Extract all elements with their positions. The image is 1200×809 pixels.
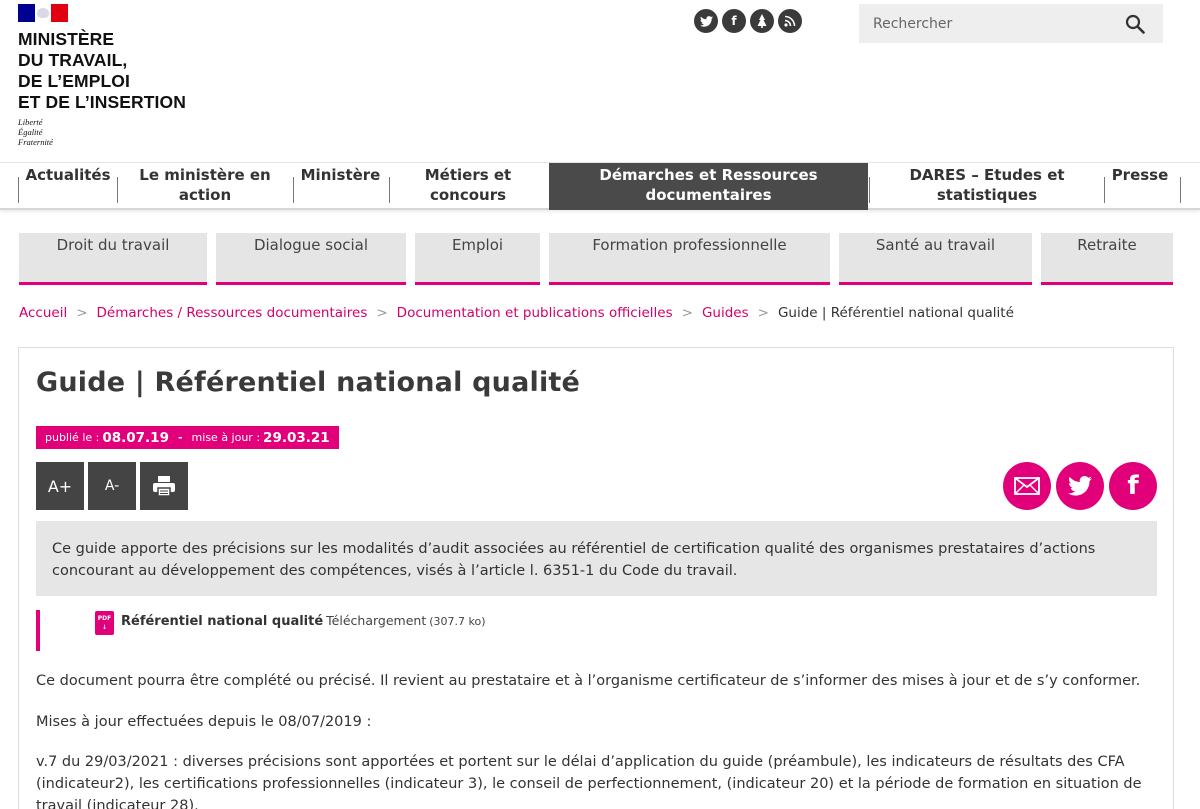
print-icon xyxy=(153,476,175,497)
pdf-file-icon: PDF ↓ xyxy=(95,611,114,635)
intro-summary: Ce guide apporte des précisions sur les … xyxy=(36,521,1157,596)
dates-separator: - xyxy=(177,431,183,444)
subnav-tab-sante-au-travail[interactable]: Santé au travail xyxy=(839,233,1032,285)
envelope-icon xyxy=(1014,477,1040,495)
subnav-tab-retraite[interactable]: Retraite xyxy=(1041,233,1173,285)
breadcrumb-current: Guide | Référentiel national qualité xyxy=(777,305,1014,321)
nav-item-label: Ministère xyxy=(300,166,381,184)
subnav-tab-label: Formation professionnelle xyxy=(592,236,787,254)
article-card: Guide | Référentiel national qualité pub… xyxy=(18,347,1174,809)
motto-line: Égalité xyxy=(18,127,43,137)
ministry-logo[interactable]: MINISTÈRE DU TRAVAIL, DE L’EMPLOI ET DE … xyxy=(18,4,186,147)
nav-item-ministere-en-action[interactable]: Le ministère en action xyxy=(130,163,280,210)
site-header: MINISTÈRE DU TRAVAIL, DE L’EMPLOI ET DE … xyxy=(0,0,1200,162)
ministry-line: DU TRAVAIL, xyxy=(18,50,128,70)
page-title: Guide | Référentiel national qualité xyxy=(36,367,581,398)
nav-item-demarches-ressources[interactable]: Démarches et Ressources documentaires xyxy=(549,163,868,210)
main-navigation: Actualités Le ministère en action Minist… xyxy=(0,162,1200,210)
breadcrumb-separator: > xyxy=(757,305,769,321)
search-bar xyxy=(859,4,1163,43)
nav-item-label: Le ministère en action xyxy=(139,166,271,204)
twitter-icon xyxy=(1068,476,1092,496)
ministry-line: DE L’EMPLOI xyxy=(18,71,130,91)
breadcrumb-separator: > xyxy=(76,305,88,321)
motto-line: Liberté xyxy=(18,117,43,127)
download-action: Téléchargement xyxy=(326,613,427,628)
subnav-tab-label: Dialogue social xyxy=(253,236,369,254)
twitter-icon[interactable] xyxy=(694,9,718,33)
body-paragraph: v.7 du 29/03/2021 : diverses précisions … xyxy=(36,754,1142,809)
nav-item-label: Démarches et Ressources documentaires xyxy=(599,166,818,204)
pdf-icon-label: PDF xyxy=(97,615,112,622)
subnav-tab-emploi[interactable]: Emploi xyxy=(415,233,540,285)
nav-item-label: Métiers et concours xyxy=(424,166,512,204)
nav-item-label: Actualités xyxy=(25,166,111,184)
republic-motto: Liberté Égalité Fraternité xyxy=(18,117,186,147)
snow-alert-icon[interactable] xyxy=(750,9,774,33)
download-file-size: (307.7 ko) xyxy=(429,615,486,628)
rss-icon[interactable] xyxy=(778,9,802,33)
subnav-tab-label: Santé au travail xyxy=(875,236,996,254)
nav-item-dares[interactable]: DARES – Etudes et statistiques xyxy=(880,163,1094,210)
facebook-icon[interactable]: f xyxy=(722,9,746,33)
breadcrumb-link-demarches[interactable]: Démarches / Ressources documentaires xyxy=(97,305,368,321)
breadcrumb: Accueil > Démarches / Ressources documen… xyxy=(19,305,1014,321)
nav-divider xyxy=(869,177,870,203)
increase-font-button[interactable]: A+ xyxy=(36,462,84,510)
breadcrumb-separator: > xyxy=(376,305,388,321)
download-file-name: Référentiel national qualité xyxy=(121,614,324,629)
nav-divider xyxy=(1180,177,1181,203)
share-twitter-button[interactable] xyxy=(1056,462,1104,510)
facebook-icon: f xyxy=(1127,471,1139,501)
decrease-font-button[interactable]: A- xyxy=(88,462,136,510)
body-paragraph: Mises à jour effectuées depuis le 08/07/… xyxy=(36,714,372,730)
text-tools: A+ A- xyxy=(36,462,188,510)
ministry-line: ET DE L’INSERTION xyxy=(18,92,186,112)
breadcrumb-separator: > xyxy=(681,305,693,321)
ministry-line: MINISTÈRE xyxy=(18,29,115,49)
download-block: PDF ↓ Référentiel national qualité Télécha… xyxy=(36,610,486,651)
nav-divider xyxy=(389,177,390,203)
subnav-tab-label: Emploi xyxy=(451,236,504,254)
published-label: publié le : xyxy=(45,431,100,444)
updated-date: 29.03.21 xyxy=(263,429,330,446)
publication-dates-badge: publié le : 08.07.19 - mise à jour : 29.… xyxy=(36,426,339,449)
subnav-tab-droit-du-travail[interactable]: Droit du travail xyxy=(19,233,207,285)
nav-item-actualites[interactable]: Actualités xyxy=(19,163,117,210)
print-button[interactable] xyxy=(140,462,188,510)
share-email-button[interactable] xyxy=(1003,462,1051,510)
motto-line: Fraternité xyxy=(18,137,53,147)
nav-divider xyxy=(117,177,118,203)
breadcrumb-link-guides[interactable]: Guides xyxy=(702,305,749,321)
subnav-tab-label: Droit du travail xyxy=(56,236,170,254)
nav-divider xyxy=(1104,177,1105,203)
breadcrumb-link-accueil[interactable]: Accueil xyxy=(19,305,67,321)
updated-label: mise à jour : xyxy=(191,431,261,444)
nav-item-presse[interactable]: Presse xyxy=(1106,163,1174,210)
nav-item-metiers-concours[interactable]: Métiers et concours xyxy=(395,163,541,210)
subnav-tab-dialogue-social[interactable]: Dialogue social xyxy=(216,233,406,285)
nav-item-label: Presse xyxy=(1111,166,1169,184)
body-paragraph: Ce document pourra être complété ou préc… xyxy=(36,673,1141,689)
breadcrumb-link-documentation[interactable]: Documentation et publications officielle… xyxy=(397,305,673,321)
ministry-name: MINISTÈRE DU TRAVAIL, DE L’EMPLOI ET DE … xyxy=(18,29,186,113)
nav-item-ministere[interactable]: Ministère xyxy=(294,163,387,210)
share-buttons: f xyxy=(1003,462,1157,510)
download-link[interactable]: Référentiel national qualité Téléchargeme… xyxy=(121,613,486,629)
nav-item-label: DARES – Etudes et statistiques xyxy=(909,166,1065,204)
search-icon[interactable] xyxy=(1125,14,1145,34)
subnav-tab-label: Retraite xyxy=(1077,236,1137,254)
header-social-links: f xyxy=(694,9,802,33)
subnav-tab-formation-professionnelle[interactable]: Formation professionnelle xyxy=(549,233,830,285)
published-date: 08.07.19 xyxy=(102,429,169,446)
share-facebook-button[interactable]: f xyxy=(1109,462,1157,510)
marianne-flag-icon xyxy=(18,4,69,22)
search-input[interactable] xyxy=(859,15,1119,32)
